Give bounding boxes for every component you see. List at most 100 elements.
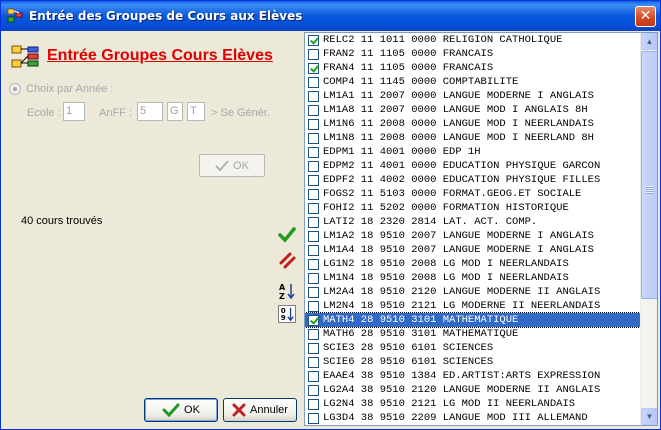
course-checkbox[interactable] — [308, 328, 319, 340]
t-field[interactable]: T — [187, 102, 205, 121]
course-checkbox[interactable] — [308, 48, 319, 60]
course-label: LM1A4 18 9510 2007 LANGUE MODERNE I ANGL… — [323, 244, 594, 256]
course-checkbox[interactable] — [308, 272, 319, 284]
sort-alpha-icon[interactable]: A Z — [278, 282, 296, 300]
course-row[interactable]: LM2A4 18 9510 2120 LANGUE MODERNE II ANG… — [305, 285, 640, 299]
course-checkbox[interactable] — [308, 412, 319, 424]
course-label: FRAN4 11 1105 0000 FRANCAIS — [323, 62, 494, 74]
course-label: LG1N2 18 9510 2008 LG MOD I NEERLANDAIS — [323, 258, 569, 270]
course-row[interactable]: FRAN2 11 1105 0000 FRANCAIS — [305, 47, 640, 61]
course-row[interactable]: LM1A4 18 9510 2007 LANGUE MODERNE I ANGL… — [305, 243, 640, 257]
course-row[interactable]: FRAN4 11 1105 0000 FRANCAIS — [305, 61, 640, 75]
course-label: EDPM2 11 4001 0000 EDUCATION PHYSIQUE GA… — [323, 160, 601, 172]
course-row[interactable]: SCIE6 28 9510 6101 SCIENCES — [305, 355, 640, 369]
scroll-up-button[interactable]: ▲ — [641, 33, 657, 50]
course-row[interactable]: FOGS2 11 5103 0000 FORMAT.GEOG.ET SOCIAL… — [305, 187, 640, 201]
course-checkbox[interactable] — [308, 76, 319, 88]
course-checkbox[interactable] — [308, 34, 319, 46]
cancel-label: Annuler — [250, 404, 288, 416]
course-row[interactable]: LG2N4 38 9510 2121 LG MOD II NEERLANDAIS — [305, 397, 640, 411]
course-checkbox[interactable] — [308, 370, 319, 382]
close-icon: ✕ — [639, 8, 652, 24]
ok-small-button[interactable]: OK — [199, 154, 265, 177]
check-icon — [215, 159, 229, 171]
course-row[interactable]: EDPM1 11 4001 0000 EDP 1H — [305, 145, 640, 159]
course-checkbox[interactable] — [308, 286, 319, 298]
svg-text:9: 9 — [281, 313, 286, 322]
course-label: LM1A2 18 9510 2007 LANGUE MODERNE I ANGL… — [323, 230, 594, 242]
list-scrollbar[interactable]: ▲ ▼ — [640, 33, 657, 425]
course-checkbox[interactable] — [308, 174, 319, 186]
course-row[interactable]: EDPM2 11 4001 0000 EDUCATION PHYSIQUE GA… — [305, 159, 640, 173]
course-row[interactable]: LG2A4 38 9510 2120 LANGUE MODERNE II ANG… — [305, 383, 640, 397]
g-field[interactable]: G — [167, 102, 183, 121]
course-checkbox[interactable] — [308, 342, 319, 354]
course-checkbox[interactable] — [308, 230, 319, 242]
course-row[interactable]: LG3D4 38 9510 2209 LANGUE MOD III ALLEMA… — [305, 411, 640, 425]
course-label: LM1A1 11 2007 0000 LANGUE MODERNE I ANGL… — [323, 90, 594, 102]
course-label: LATI2 18 2320 2814 LAT. ACT. COMP. — [323, 216, 538, 228]
ecole-field[interactable]: 1 — [63, 102, 85, 121]
check-all-icon[interactable] — [278, 226, 296, 244]
course-row[interactable]: LM1A2 18 9510 2007 LANGUE MODERNE I ANGL… — [305, 229, 640, 243]
ok-button[interactable]: OK — [144, 398, 218, 422]
uncheck-all-icon[interactable] — [278, 251, 296, 269]
scroll-thumb[interactable] — [641, 51, 657, 299]
course-checkbox[interactable] — [308, 356, 319, 368]
course-checkbox[interactable] — [308, 216, 319, 228]
course-checkbox[interactable] — [308, 160, 319, 172]
course-row[interactable]: COMP4 11 1145 0000 COMPTABILITE — [305, 75, 640, 89]
choix-par-annee-radio[interactable]: Choix par Année : — [9, 83, 113, 95]
course-row[interactable]: RELC2 11 1011 0000 RELIGION CATHOLIQUE — [305, 33, 640, 47]
course-checkbox[interactable] — [308, 62, 319, 74]
course-checkbox[interactable] — [308, 118, 319, 130]
course-checkbox[interactable] — [308, 146, 319, 158]
se-gener-label: > Se Génér. — [211, 107, 271, 119]
course-row[interactable]: LM2N4 18 9510 2121 LG MODERNE II NEERLAN… — [305, 299, 640, 313]
course-row[interactable]: LATI2 18 2320 2814 LAT. ACT. COMP. — [305, 215, 640, 229]
course-row[interactable]: MATH4 28 9510 3101 MATHEMATIQUE — [305, 312, 641, 328]
course-checkbox[interactable] — [308, 300, 319, 312]
ecole-label: Ecole : — [27, 107, 61, 119]
scroll-down-button[interactable]: ▼ — [641, 408, 657, 425]
course-label: EDPF2 11 4002 0000 EDUCATION PHYSIQUE FI… — [323, 174, 601, 186]
course-row[interactable]: EDPF2 11 4002 0000 EDUCATION PHYSIQUE FI… — [305, 173, 640, 187]
check-icon — [162, 403, 180, 417]
course-row[interactable]: FOHI2 11 5202 0000 FORMATION HISTORIQUE — [305, 201, 640, 215]
course-checkbox[interactable] — [308, 90, 319, 102]
course-row[interactable]: LM1A8 11 2007 0000 LANGUE MOD I ANGLAIS … — [305, 103, 640, 117]
course-checkbox[interactable] — [308, 104, 319, 116]
course-list[interactable]: RELC2 11 1011 0000 RELIGION CATHOLIQUE FR… — [304, 32, 658, 426]
arrow-up-icon: ▲ — [645, 37, 654, 46]
course-row[interactable]: LM1A1 11 2007 0000 LANGUE MODERNE I ANGL… — [305, 89, 640, 103]
course-checkbox[interactable] — [308, 258, 319, 270]
anff-field[interactable]: 5 — [137, 102, 163, 121]
course-checkbox[interactable] — [308, 188, 319, 200]
course-label: LG3D4 38 9510 2209 LANGUE MOD III ALLEMA… — [323, 412, 588, 424]
title-bar[interactable]: Entrée des Groupes de Cours aux Elèves ✕ — [1, 1, 660, 31]
course-label: COMP4 11 1145 0000 COMPTABILITE — [323, 76, 519, 88]
radio-circle-icon — [9, 83, 21, 95]
course-label: LM1N4 18 9510 2008 LG MOD I NEERLANDAIS — [323, 272, 569, 284]
svg-text:Z: Z — [279, 292, 285, 300]
course-checkbox[interactable] — [308, 202, 319, 214]
course-row[interactable]: EAAE4 38 9510 1384 ED.ARTIST:ARTS EXPRES… — [305, 369, 640, 383]
course-row[interactable]: LG1N2 18 9510 2008 LG MOD I NEERLANDAIS — [305, 257, 640, 271]
course-checkbox[interactable] — [308, 398, 319, 410]
course-row[interactable]: LM1N8 11 2008 0000 LANGUE MOD I NEERLAND… — [305, 131, 640, 145]
course-row[interactable]: SCIE3 28 9510 6101 SCIENCES — [305, 341, 640, 355]
course-label: SCIE3 28 9510 6101 SCIENCES — [323, 342, 494, 354]
course-checkbox[interactable] — [308, 132, 319, 144]
course-label: MATH6 28 9510 3101 MATHEMATIQUE — [323, 328, 519, 340]
course-label: LM1N8 11 2008 0000 LANGUE MOD I NEERLAND… — [323, 132, 594, 144]
course-checkbox[interactable] — [308, 244, 319, 256]
course-row[interactable]: MATH6 28 9510 3101 MATHEMATIQUE — [305, 327, 640, 341]
cancel-button[interactable]: Annuler — [223, 398, 297, 422]
course-row[interactable]: LM1N6 11 2008 0000 LANGUE MOD I NEERLAND… — [305, 117, 640, 131]
close-button[interactable]: ✕ — [635, 6, 656, 27]
ok-label: OK — [184, 404, 200, 416]
sort-numeric-icon[interactable]: 0 9 — [278, 305, 296, 323]
course-row[interactable]: LM1N4 18 9510 2008 LG MOD I NEERLANDAIS — [305, 271, 640, 285]
course-checkbox[interactable] — [308, 314, 319, 326]
course-checkbox[interactable] — [308, 384, 319, 396]
